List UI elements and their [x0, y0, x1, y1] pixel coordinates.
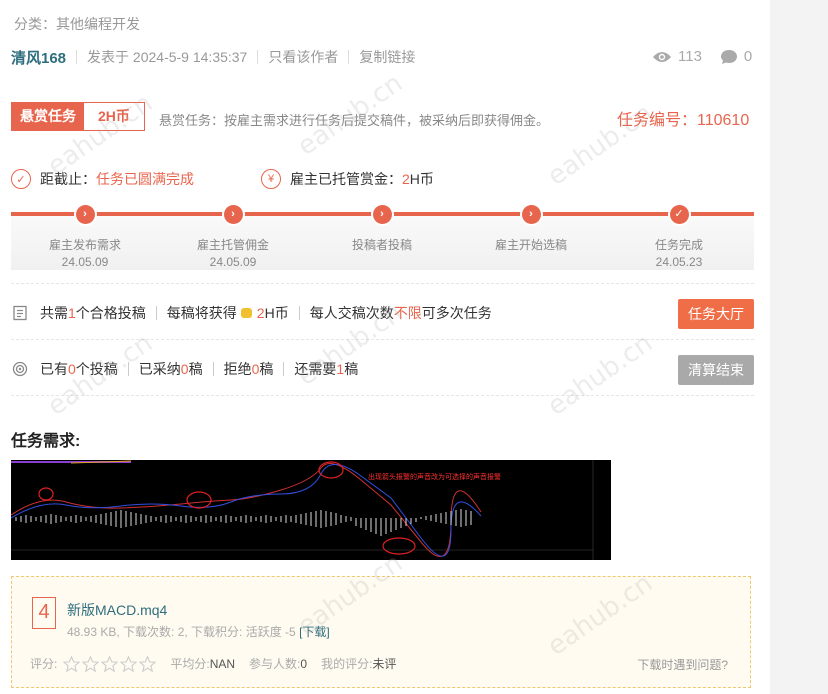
divider	[155, 306, 157, 320]
star-icon[interactable]	[63, 655, 81, 672]
divider	[283, 362, 285, 376]
file-icon: 4	[32, 597, 56, 629]
right-sidebar	[770, 0, 828, 694]
divider	[11, 395, 754, 396]
yuan-icon: ¥	[261, 169, 281, 189]
trading-chart-image: 出现箭头报警的声音改为可选择的声音报警	[10, 460, 611, 560]
submission-row: 已有 0 个投稿 已采纳 0 稿 拒绝 0 稿 还需要 1 稿	[11, 359, 358, 379]
chevron-right-icon: ›	[521, 205, 541, 224]
star-rating[interactable]	[63, 655, 158, 672]
chart-annotation: 出现箭头报警的声音改为可选择的声音报警	[368, 472, 501, 481]
chart-screenshot: 出现箭头报警的声音改为可选择的声音报警	[10, 460, 611, 560]
chevron-right-icon: ›	[75, 205, 95, 224]
rating-row: 评分: 平均分: NAN 参与人数: 0 我的评分: 未评	[30, 655, 397, 672]
only-author-link[interactable]: 只看该作者	[268, 47, 338, 67]
requirements-heading: 任务需求:	[11, 433, 81, 450]
thread-main: 分类：其他编程开发 清风168 发表于 2024-5-9 14:35:37 只看…	[0, 0, 770, 694]
comment-icon	[720, 49, 737, 64]
download-help-link[interactable]: 下载时遇到问题?	[637, 656, 728, 673]
star-icon[interactable]	[82, 655, 100, 672]
check-icon: ✓	[669, 205, 689, 224]
progress-step: ✓ 任务完成 24.05.23	[609, 205, 749, 269]
divider	[11, 339, 754, 340]
chevron-right-icon: ›	[372, 205, 392, 224]
author-link[interactable]: 清风168	[11, 47, 66, 68]
target-icon	[11, 360, 29, 378]
task-number: 任务编号：110610	[617, 112, 750, 129]
copy-link[interactable]: 复制链接	[359, 47, 415, 67]
post-meta: 清风168 发表于 2024-5-9 14:35:37 只看该作者 复制链接	[11, 47, 415, 67]
task-hall-button[interactable]: 任务大厅	[678, 299, 754, 329]
divider	[212, 362, 214, 376]
divider	[76, 50, 78, 64]
deadline-value: 任务已圆满完成	[96, 171, 194, 187]
divider	[348, 50, 350, 64]
document-icon	[11, 304, 29, 322]
progress-step: › 投稿者投稿	[312, 205, 452, 255]
star-icon[interactable]	[139, 655, 157, 672]
eye-icon	[653, 51, 671, 62]
attachment-info: 48.93 KB, 下载次数: 2, 下载积分: 活跃度 -5 [下载]	[67, 625, 330, 639]
progress-step: › 雇主开始选稿	[461, 205, 601, 255]
post-time: 发表于 2024-5-9 14:35:37	[87, 49, 248, 65]
settle-button[interactable]: 清算结束	[678, 355, 754, 385]
requirement-row: 共需 1 个合格投稿 每稿将获得 2 H币 每人交稿次数 不限 可多次任务	[11, 303, 492, 323]
attachment-box: 4 新版MACD.mq4 48.93 KB, 下载次数: 2, 下载积分: 活跃…	[11, 576, 751, 688]
reply-count: 0	[743, 48, 753, 65]
progress-step: › 雇主托管佣金 24.05.09	[163, 205, 303, 269]
download-link[interactable]: [下载]	[299, 625, 330, 639]
view-count: 113	[678, 48, 702, 65]
hosted-bounty: ¥ 雇主已托管赏金： 2 H币	[261, 169, 434, 189]
bounty-tag: 悬赏任务	[12, 103, 84, 130]
bounty-amount: 2H币	[84, 103, 144, 130]
coin-icon	[240, 308, 252, 318]
divider	[127, 362, 129, 376]
chevron-right-icon: ›	[223, 205, 243, 224]
star-icon[interactable]	[120, 655, 138, 672]
progress-step: › 雇主发布需求 24.05.09	[15, 205, 155, 269]
bounty-description: 悬赏任务：按雇主需求进行任务后提交稿件，被采纳后即获得佣金。	[159, 113, 550, 128]
deadline-status: ✓ 距截止： 任务已圆满完成	[11, 169, 194, 189]
check-circle-icon: ✓	[11, 169, 31, 189]
star-icon[interactable]	[101, 655, 119, 672]
category-breadcrumb: 分类：其他编程开发	[14, 16, 140, 32]
attachment-filename[interactable]: 新版MACD.mq4	[67, 600, 167, 620]
divider	[257, 50, 259, 64]
divider	[11, 283, 754, 284]
post-stats: 113 0	[652, 48, 770, 65]
watermark: eahub.cn	[542, 328, 659, 422]
bounty-badge: 悬赏任务 2H币	[11, 102, 145, 131]
divider	[298, 306, 300, 320]
